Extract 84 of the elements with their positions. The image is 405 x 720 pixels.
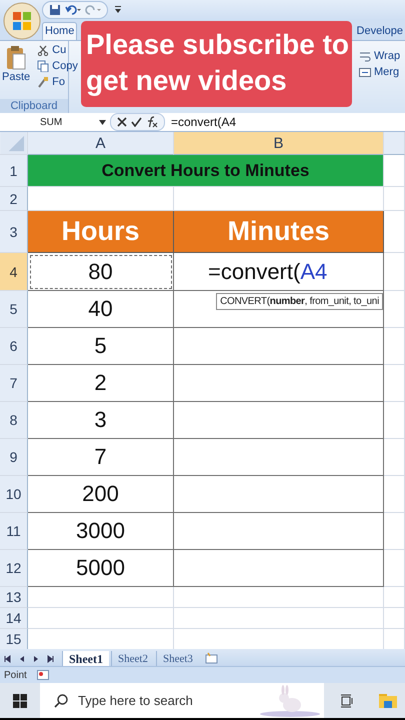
last-sheet-icon[interactable] [46,654,54,662]
enter-check-icon[interactable] [131,117,142,127]
first-sheet-icon[interactable] [4,654,12,662]
insert-sheet-icon[interactable] [204,652,219,664]
subscribe-banner: Please subscribe to get new videos [81,21,352,107]
row-header[interactable]: 7 [0,365,28,402]
row-header[interactable]: 1 [0,155,28,187]
row-header[interactable]: 3 [0,211,28,253]
row-header[interactable]: 11 [0,513,28,550]
task-view-icon[interactable] [340,694,354,708]
column-header[interactable]: B [174,132,384,155]
row-header[interactable]: 15 [0,629,28,649]
row-header[interactable]: 2 [0,187,28,211]
status-mode: Point [4,670,27,680]
empty-cell [384,439,405,476]
insert-function-icon[interactable] [146,116,158,128]
search-icon [54,694,68,708]
ribbon-small-button[interactable]: Merg [358,65,402,79]
row-header[interactable]: 10 [0,476,28,513]
row-header[interactable]: 9 [0,439,28,476]
table-cell: 5000 [28,550,174,587]
ribbon-tab[interactable]: Home [42,22,78,40]
empty-cell [384,587,405,608]
customize-toolbar-icon[interactable] [114,5,122,15]
wrap-text-icon [359,50,371,62]
ribbon-tab[interactable]: Develope [354,23,405,40]
empty-cell [384,291,405,328]
table-cell: 40 [28,291,174,328]
row-header[interactable]: 13 [0,587,28,608]
undo-icon[interactable] [65,4,81,16]
empty-cell [384,608,405,629]
ribbon-small-button[interactable]: Cu [36,43,79,57]
ribbon-small-button[interactable]: Fo [36,75,79,89]
group-label: Clipboard [0,99,68,113]
merge-icon [359,66,371,78]
empty-cell [384,513,405,550]
empty-cell [384,550,405,587]
paste-button[interactable]: Paste [0,43,32,85]
ribbon-small-button[interactable]: Wrap [358,49,402,63]
table-cell: 5 [28,328,174,365]
row-header[interactable]: 14 [0,608,28,629]
copy-icon [37,60,50,72]
previous-sheet-icon[interactable] [18,654,26,662]
row-header[interactable]: 8 [0,402,28,439]
empty-cell [384,402,405,439]
windows-start-icon[interactable] [13,694,27,708]
cancel-icon[interactable] [117,117,127,127]
table-cell: 2 [28,365,174,402]
save-icon[interactable] [49,4,61,16]
macro-record-icon[interactable] [36,670,49,680]
sheet-tab[interactable]: Sheet1 [62,651,109,666]
table-cell: 3000 [28,513,174,550]
taskbar-search-field[interactable]: Type here to search [40,683,324,718]
header-cell: Minutes [174,211,384,253]
row-header[interactable]: 5 [0,291,28,328]
file-explorer-icon[interactable] [378,692,398,708]
table-cell: 7 [28,439,174,476]
header-cell: Hours [28,211,174,253]
brush-icon [37,76,50,88]
row-header[interactable]: 4 [0,253,28,291]
table-cell: 200 [28,476,174,513]
formula-input[interactable]: =convert(A4 [171,115,236,129]
function-tooltip: CONVERT(number, from_unit, to_uni [216,293,383,310]
table-cell: 3 [28,402,174,439]
table-cell: 80 [28,253,174,291]
clipboard-icon [5,45,28,71]
row-header[interactable]: 12 [0,550,28,587]
empty-cell [384,253,405,291]
empty-cell [384,211,405,253]
ribbon-small-button[interactable]: Copy [36,59,79,73]
column-header[interactable]: A [28,132,174,155]
empty-cell [384,328,405,365]
row-header[interactable]: 6 [0,328,28,365]
name-box[interactable]: SUM [0,114,110,130]
empty-cell [384,187,405,211]
formula-cell[interactable]: =convert(A4 [174,253,384,291]
name-box-text: SUM [40,116,62,128]
rabbit-drawing [260,684,320,717]
title-cell: Convert Hours to Minutes [28,155,384,187]
empty-cell [384,476,405,513]
next-sheet-icon[interactable] [32,654,40,662]
scissors-icon [37,44,50,56]
dropdown-arrow-icon[interactable] [99,120,106,124]
empty-cell [384,365,405,402]
